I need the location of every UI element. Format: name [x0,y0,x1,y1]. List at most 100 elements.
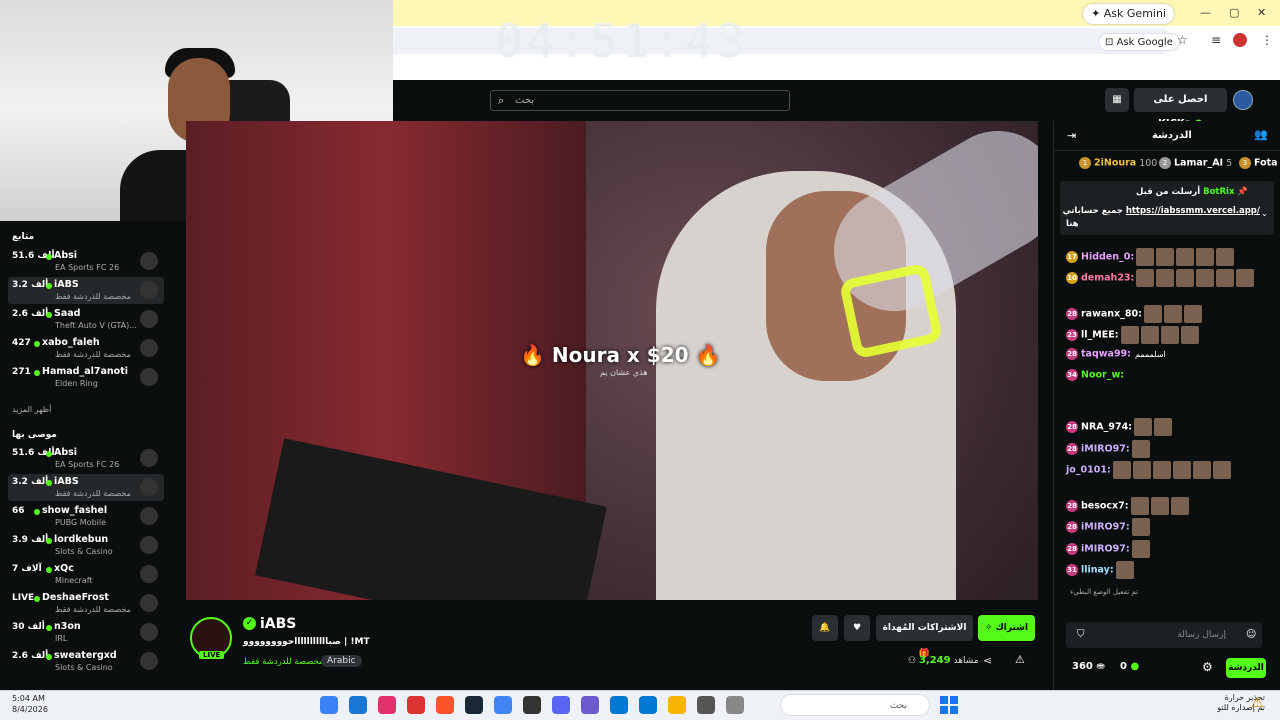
notification-bell-button[interactable]: 🔔 [812,615,838,641]
channel-name: lordkebun [54,534,109,545]
chat-username[interactable]: demah23: [1081,273,1134,284]
streamer-name[interactable]: iABS [260,616,296,632]
taskbar-app-icon[interactable] [436,696,454,714]
emote-icon [1156,248,1175,266]
sidebar-channel-row[interactable]: 3.9 ألف lordkebun Slots & Casino [8,532,164,559]
shield-icon[interactable]: ⛉ [1077,629,1085,640]
taskbar-app-icon[interactable] [668,696,686,714]
stream-category[interactable]: مخصصة للدردشة فقط [243,657,324,667]
ask-google-button[interactable]: ⊡ Ask Google [1098,33,1180,51]
taskbar-app-icon[interactable] [552,696,570,714]
chat-username[interactable]: iMIRO97: [1081,522,1130,533]
chat-username[interactable]: Noor_w: [1081,370,1124,381]
sidebar-channel-row[interactable]: 3.2 ألف iABS مخصصة للدردشة فقط [8,277,164,304]
chat-username[interactable]: taqwa99: [1081,349,1131,360]
leaderboard-value: 100 [1139,157,1158,169]
subscribe-button[interactable]: ✧ اشتراك [978,615,1035,641]
live-dot-icon [46,567,52,573]
chat-username[interactable]: NRA_974: [1081,422,1132,433]
emoji-icon[interactable]: ☺ [1246,629,1256,640]
gifted-subs-button[interactable]: الاشتراكات المُهداة 🎁 [876,615,973,659]
chat-message: 28 taqwa99: اسلمممم [1066,348,1166,360]
ask-gemini-button[interactable]: ✦ Ask Gemini [1083,4,1174,24]
channel-name: iABS [54,476,79,487]
share-icon[interactable]: ⋖ [983,654,992,667]
bookmark-star-icon[interactable]: ☆ [1177,33,1188,47]
ask-gemini-label: Ask Gemini [1103,7,1166,20]
channel-name: DeshaeFrost [42,592,109,603]
pinned-sender[interactable]: BotRix [1203,187,1234,197]
collapse-chat-icon[interactable]: ⇥ [1067,129,1076,142]
maximize-icon[interactable]: ▢ [1229,6,1239,19]
chat-username[interactable]: llinay: [1081,565,1114,576]
sidebar-channel-row[interactable]: 7 آلاف xQc Minecraft [8,561,164,588]
taskbar-app-icon[interactable] [494,696,512,714]
chevron-down-icon[interactable]: ⌄ [1261,209,1268,219]
chat-username[interactable]: jo_0101: [1066,465,1111,476]
sidebar-channel-row[interactable]: 30 ألف n3on IRL [8,619,164,646]
search-input[interactable]: ⌕ بحث [490,90,790,111]
taskbar-app-icon[interactable] [378,696,396,714]
close-icon[interactable]: ✕ [1257,6,1266,19]
chat-username[interactable]: ll_MEE: [1081,330,1119,341]
taskbar-clock[interactable]: 5:04 AM 8/4/2026 [12,693,48,715]
live-dot-icon [46,254,52,260]
pinned-link[interactable]: https://iabssmm.vercel.app/ [1126,206,1260,216]
taskbar-app-icon[interactable] [407,696,425,714]
taskbar-app-icon[interactable] [610,696,628,714]
chat-username[interactable]: iMIRO97: [1081,444,1130,455]
sidebar-channel-row[interactable]: 271 Hamad_al7anoti Elden Ring [8,364,164,391]
taskbar-app-icon[interactable] [697,696,715,714]
sidebar-channel-row[interactable]: 3.2 ألف iABS مخصصة للدردشة فقط [8,474,164,501]
taskbar-app-icon[interactable] [349,696,367,714]
report-icon[interactable]: ⚠ [1015,653,1025,666]
sidebar-channel-row[interactable]: LIVE DeshaeFrost مخصصة للدردشة فقط [8,590,164,617]
stream-tag[interactable]: Arabic [321,655,362,667]
taskbar-app-icon[interactable] [523,696,541,714]
sidebar-channel-row[interactable]: 2.6 ألف Saad Theft Auto V (GTA)... [8,306,164,333]
sidebar-channel-row[interactable]: 2.6 ألف sweatergxd Slots & Casino [8,648,164,675]
chat-text: اسلمممم [1134,349,1166,359]
taskbar-app-icon[interactable] [726,696,744,714]
channel-viewer-count: 30 ألف [12,622,45,632]
sidebar-channel-row[interactable]: 51.6 ألفAbsiEA Sports FC 26 [8,445,164,472]
sidebar-channel-row[interactable]: 427 xabo_faleh مخصصة للدردشة فقط [8,335,164,362]
kicks-coin-icon: ● [1130,661,1140,672]
media-icon[interactable]: ≡ [1211,33,1221,47]
emote-icon [1131,540,1150,558]
user-avatar[interactable] [1233,90,1253,110]
taskbar-app-icon[interactable] [581,696,599,714]
leaderboard-entry[interactable]: 2 Lamar_AI 5 [1159,157,1232,169]
chat-username[interactable]: besocx7: [1081,501,1129,512]
users-icon[interactable]: 👥 [1254,128,1268,141]
get-kicks-button[interactable]: احصل على KICKs ● [1134,88,1227,129]
minimize-icon[interactable]: — [1200,6,1211,19]
menu-icon[interactable]: ⋮ [1261,33,1273,47]
sidebar-channel-row[interactable]: 51.6 ألفAbsiEA Sports FC 26 [8,248,164,275]
leaderboard-entry[interactable]: 3 Fota [1239,157,1280,169]
live-dot-icon [46,654,52,660]
chat-message: 28 NRA_974: [1066,418,1172,436]
chat-send-button[interactable]: الدردشة [1226,658,1266,678]
chat-username[interactable]: rawanx_80: [1081,309,1142,320]
chat-input[interactable]: إرسال رسالة [1066,622,1262,648]
chat-username[interactable]: Hidden_0: [1081,252,1134,263]
taskbar-app-icon[interactable] [320,696,338,714]
taskbar-search[interactable]: بحث [780,694,930,716]
taskbar-app-icon[interactable] [465,696,483,714]
channel-category: Slots & Casino [55,547,113,556]
live-dot-icon [34,596,40,602]
start-windows-icon[interactable] [940,696,958,714]
profile-icon[interactable] [1233,33,1247,47]
sidebar-channel-row[interactable]: 66 show_fashel PUBG Mobile [8,503,164,530]
slow-mode-notice: تم تفعيل الوضع البطيء [1070,588,1138,596]
follow-heart-button[interactable]: ♥ [844,615,870,641]
taskbar-app-icon[interactable] [639,696,657,714]
settings-gear-icon[interactable]: ⚙ [1202,660,1213,674]
dashboard-button[interactable]: ▦ [1105,88,1129,112]
fire-icon: 🔥 [520,343,545,367]
show-more-link[interactable]: أظهر المزيد [12,405,51,414]
emote-icon [1115,561,1134,579]
leaderboard-entry[interactable]: 1 2iNoura 100 [1079,157,1157,169]
chat-username[interactable]: iMIRO97: [1081,544,1130,555]
